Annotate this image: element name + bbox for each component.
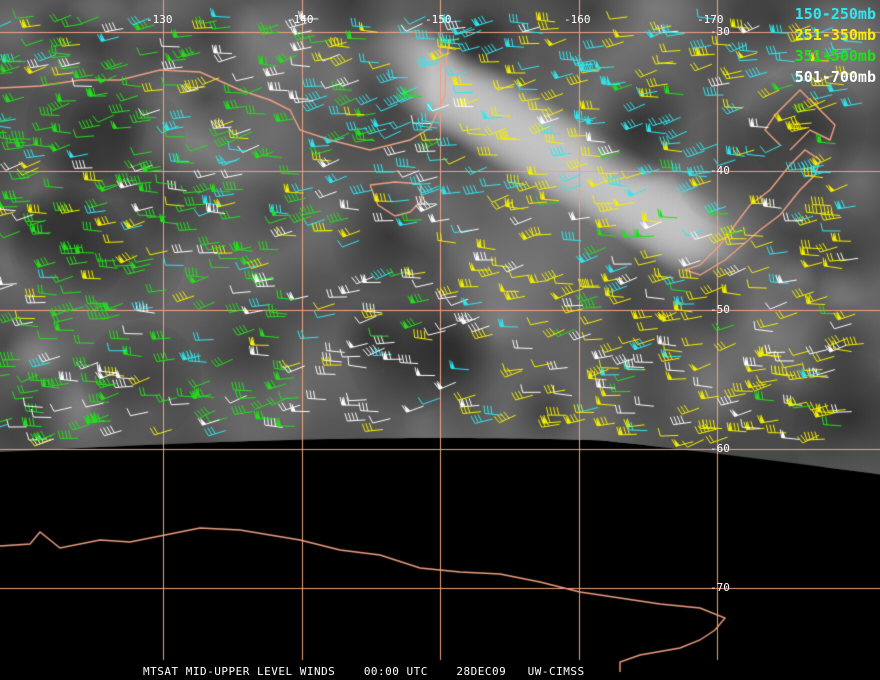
satellite-wind-map — [0, 0, 880, 680]
lon-label-130: -130 — [146, 13, 173, 26]
lat-label-30: -30 — [710, 25, 730, 38]
image-caption: MTSAT MID-UPPER LEVEL WINDS 00:00 UTC 28… — [143, 665, 585, 678]
caption-product: MTSAT MID-UPPER LEVEL WINDS — [143, 665, 336, 678]
lon-label-140: -140 — [287, 13, 314, 26]
caption-source: UW-CIMSS — [527, 665, 585, 678]
legend-item-251-350: 251-350mb — [794, 26, 876, 44]
pressure-legend: 150-250mb 251-350mb 351-500mb 501-700mb — [795, 4, 876, 88]
lon-label-160: -160 — [564, 13, 591, 26]
lat-label-70: -70 — [710, 581, 730, 594]
legend-item-501-700: 501-700mb — [794, 68, 876, 86]
caption-date: 28DEC09 — [456, 665, 507, 678]
lat-label-50: -50 — [710, 303, 730, 316]
lat-label-40: -40 — [710, 164, 730, 177]
lon-label-150: -150 — [425, 13, 452, 26]
lat-label-60: -60 — [710, 442, 730, 455]
legend-item-150-250: 150-250mb — [794, 5, 876, 23]
legend-item-351-500: 351-500mb — [794, 47, 876, 65]
caption-time: 00:00 UTC — [363, 665, 428, 678]
